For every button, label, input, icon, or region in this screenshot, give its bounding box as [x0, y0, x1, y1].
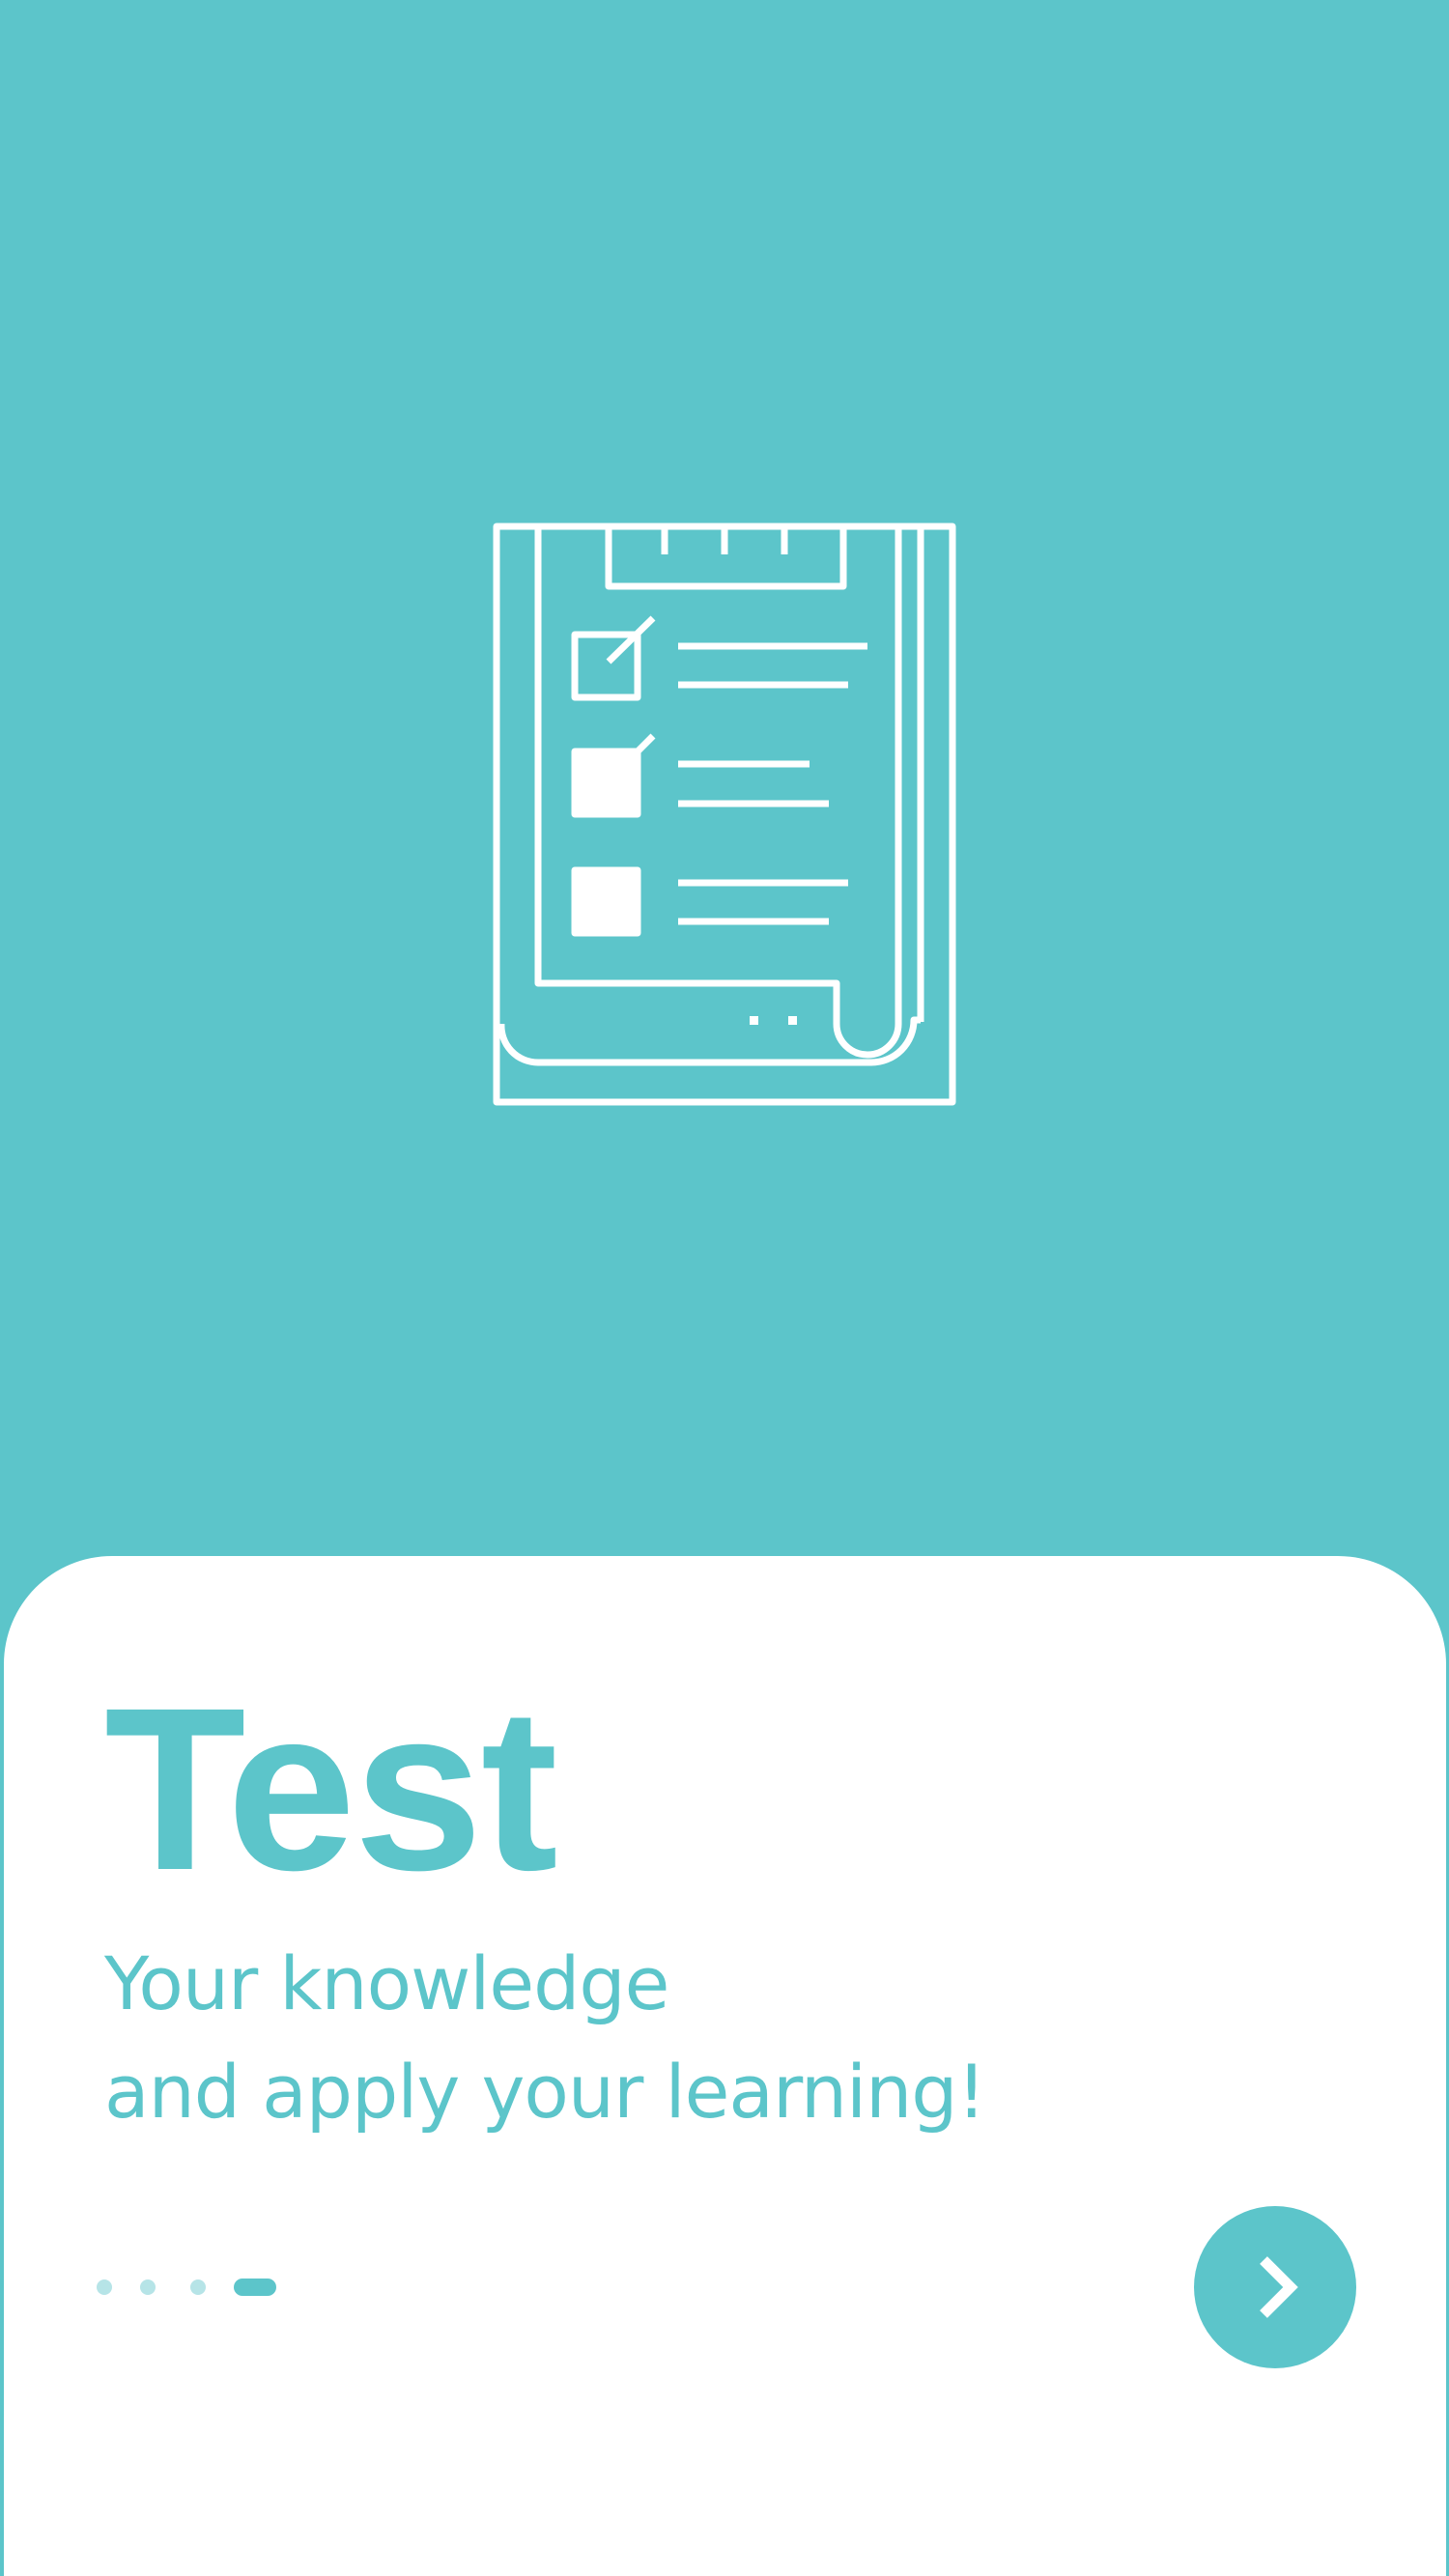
- page-title: Test: [104, 1659, 558, 1918]
- chevron-right-icon: [1260, 2256, 1298, 2318]
- onboarding-screen: Test Your knowledge and apply your learn…: [0, 0, 1449, 2576]
- page-dot-2[interactable]: [140, 2279, 156, 2295]
- subtitle: Your knowledge and apply your learning!: [104, 1930, 986, 2146]
- subtitle-line-2: and apply your learning!: [104, 2049, 986, 2135]
- page-dot-3[interactable]: [190, 2279, 206, 2295]
- page-indicator: [97, 2278, 290, 2297]
- next-button[interactable]: [1194, 2206, 1356, 2368]
- subtitle-line-1: Your knowledge: [104, 1940, 669, 2026]
- page-dot-4-active[interactable]: [234, 2279, 276, 2296]
- page-dot-1[interactable]: [97, 2279, 112, 2295]
- clipboard-checklist-icon: [493, 523, 956, 1106]
- hero-area: [0, 0, 1449, 1565]
